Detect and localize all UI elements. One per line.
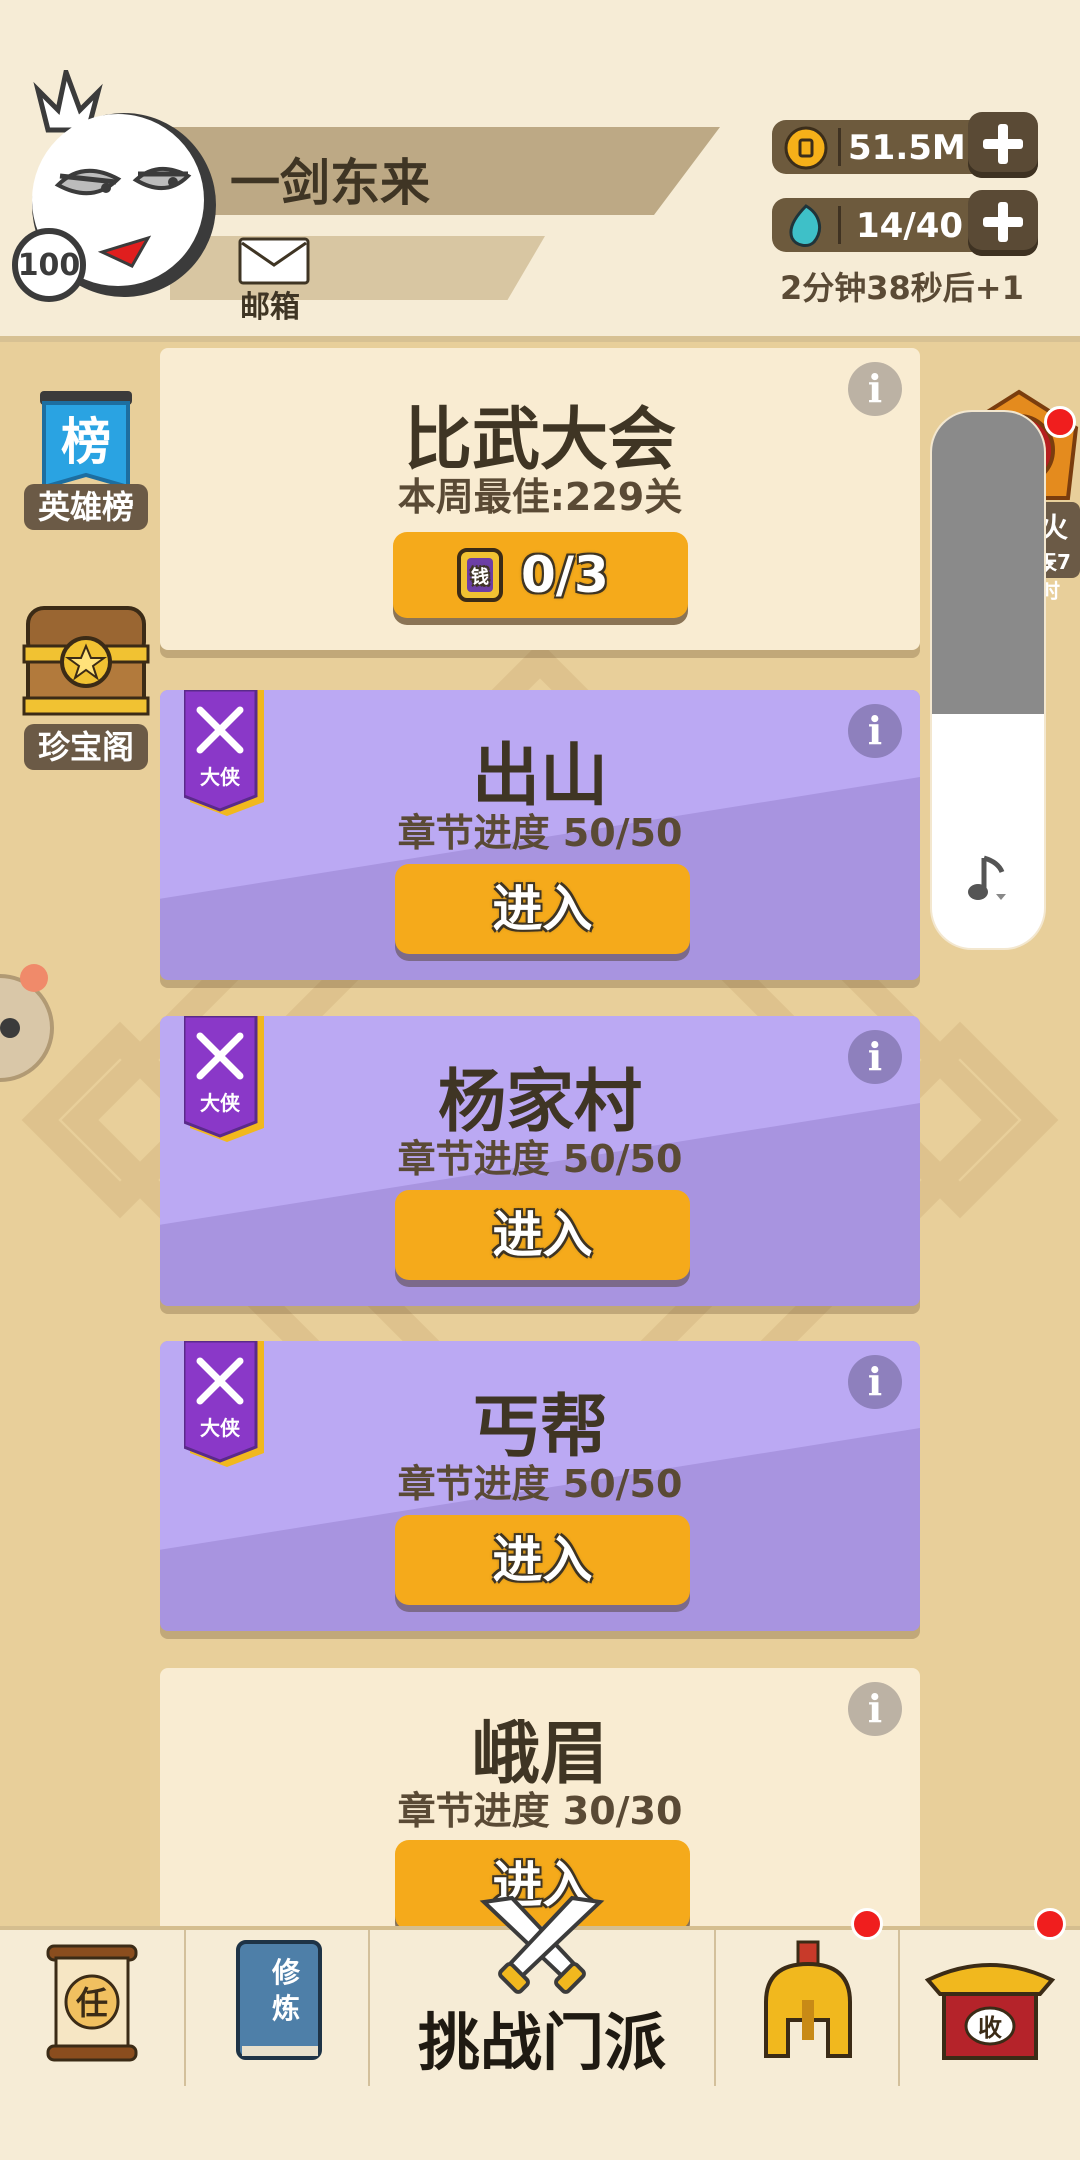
chapter-card[interactable]: 大侠 i 出山 章节进度 50/50 进入 [160,690,920,980]
music-note-icon[interactable] [966,852,1010,902]
shop-pavilion-icon: 收 [924,1963,1056,2060]
shop-glyph: 收 [978,2014,1002,2042]
cultivate-glyph-2: 炼 [272,1992,300,2025]
treasure-chest-icon[interactable] [22,602,150,718]
coin-divider [838,128,841,166]
add-coins-button[interactable] [968,112,1038,178]
helmet-icon [764,1940,852,2058]
plus-icon [983,202,1023,242]
arena-best: 本周最佳:229关 [397,475,683,519]
player-name: 一剑东来 [230,154,430,212]
enter-button[interactable]: 进入 [395,1190,690,1280]
mail-label[interactable]: 邮箱 [240,282,300,326]
quest-scroll-icon: 任 [46,1944,138,2062]
stamina-value: 14/40 [856,206,964,246]
arena-card[interactable]: i 比武大会 本周最佳:229关 钱 0/3 [160,348,920,650]
footer-strip [0,2086,1080,2160]
plus-icon [983,124,1023,164]
volume-slider[interactable] [932,412,1044,948]
token-notification-dot [1044,406,1076,438]
quest-glyph: 任 [76,1984,108,2022]
leaderboard-icon[interactable]: 榜 [30,385,142,495]
nav-equipment[interactable] [716,1930,900,2090]
add-stamina-button[interactable] [968,190,1038,256]
mail-icon[interactable] [238,237,310,285]
ticket-glyph: 钱 [471,566,489,588]
ticket-count: 0/3 [521,546,609,604]
cultivation-book-icon: 修 炼 [236,1940,322,2060]
shop-notification-dot [1034,1908,1066,1940]
pet-icon[interactable] [0,958,56,1098]
chapter-card[interactable]: 大侠 i 丐帮 章节进度 50/50 进入 [160,1341,920,1631]
bottom-navigation: 任 修 炼 挑战门派 收 [0,1895,1080,2090]
chapter-card[interactable]: 大侠 i 杨家村 章节进度 50/50 进入 [160,1016,920,1306]
crossed-swords-icon [479,1895,605,1994]
coin-icon [784,126,828,170]
leaderboard-glyph: 榜 [61,413,111,471]
chapter-progress: 章节进度 50/50 [397,1462,683,1506]
enter-button[interactable]: 进入 [395,864,690,954]
treasure-label[interactable]: 珍宝阁 [24,724,148,770]
nav-challenge-sect[interactable]: 挑战门派 [370,1895,716,2090]
challenge-sect-label: 挑战门派 [417,2006,666,2079]
ticket-icon: 钱 [457,548,503,602]
chapter-progress: 章节进度 50/50 [397,811,683,855]
top-bar: 一剑东来 邮箱 100 51.5M 14/40 2分钟38秒后+1 [0,0,1080,342]
nav-shop[interactable]: 收 [900,1930,1080,2090]
cultivate-glyph-1: 修 [271,1956,301,1989]
arena-ticket-button[interactable]: 钱 0/3 [393,532,688,618]
leaderboard-label[interactable]: 英雄榜 [24,484,148,530]
stamina-timer: 2分钟38秒后+1 [780,269,1024,307]
chapter-progress: 章节进度 30/30 [397,1789,683,1833]
chapter-progress: 章节进度 50/50 [397,1137,683,1181]
coin-value: 51.5M [848,128,966,168]
slider-fill [932,412,1044,714]
nav-quest[interactable]: 任 [0,1930,186,2090]
stamina-divider [838,206,841,244]
enter-button[interactable]: 进入 [395,1515,690,1605]
equipment-notification-dot [851,1908,883,1940]
nav-cultivate[interactable]: 修 炼 [186,1930,370,2090]
level-badge: 100 [12,228,86,302]
potion-icon [789,204,822,247]
